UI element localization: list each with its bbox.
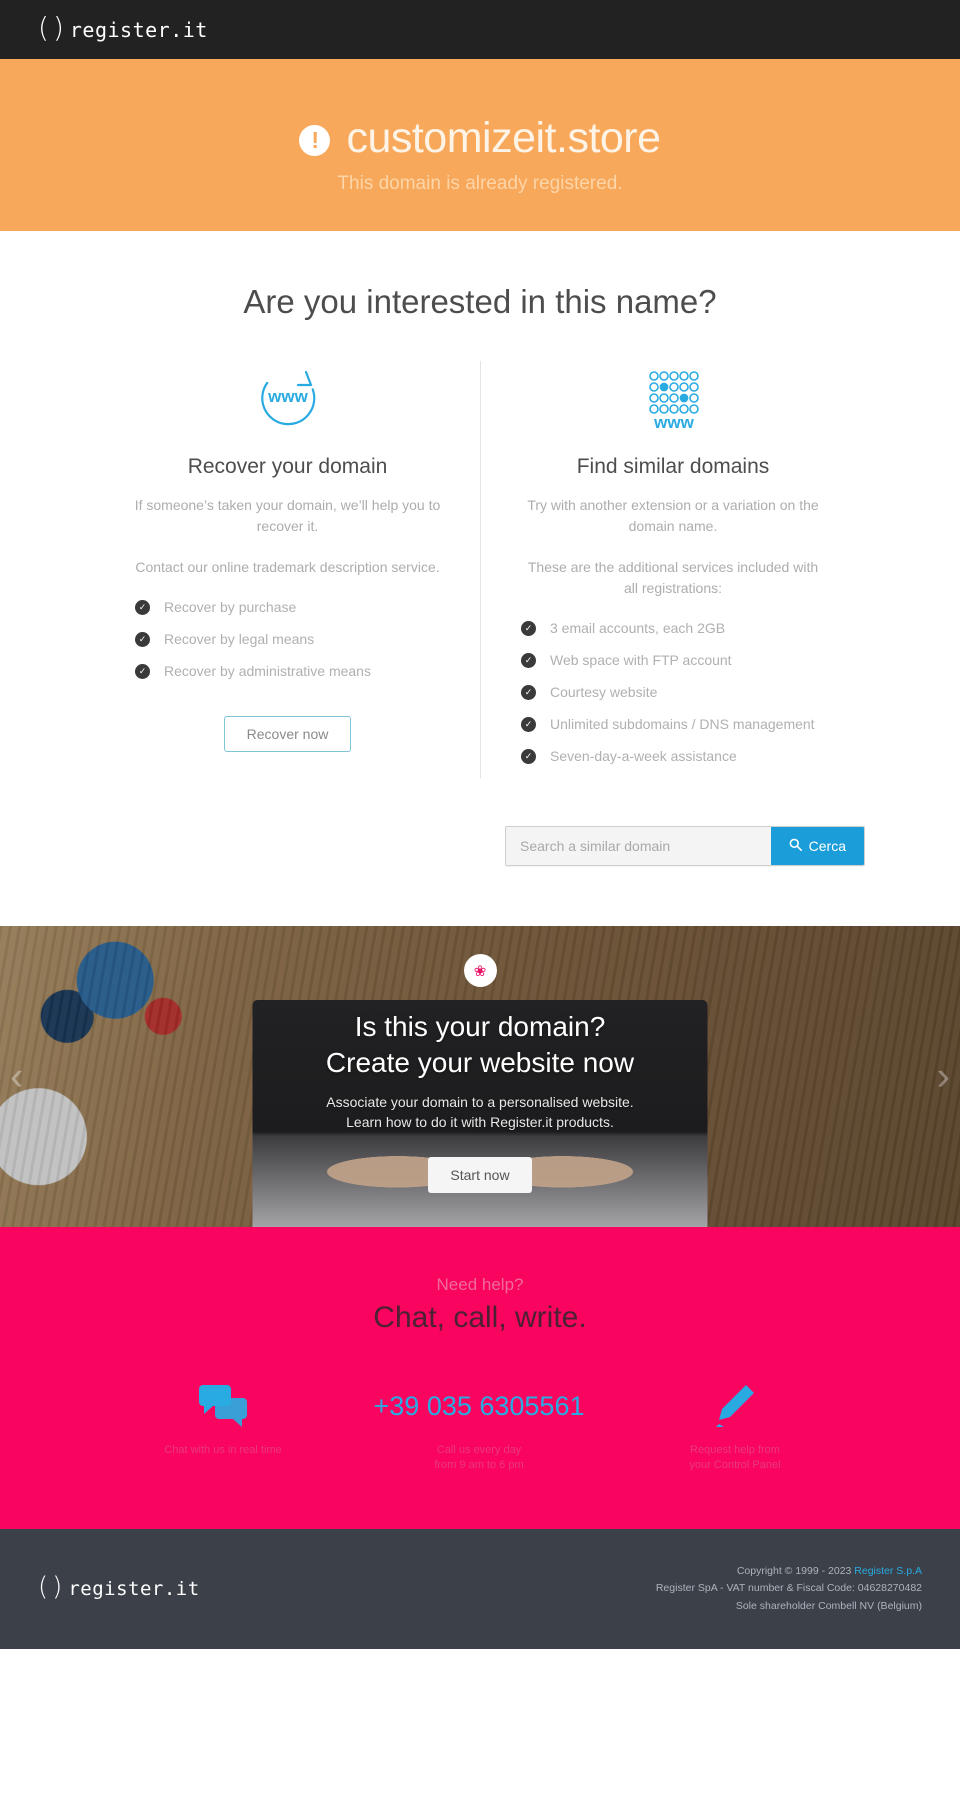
list-item-label: Web space with FTP account (550, 651, 732, 668)
footer-shareholder-line: Sole shareholder Combell NV (Belgium) (735, 1599, 922, 1612)
register-it-logo[interactable]: ( ) register.it (38, 10, 208, 44)
check-circle-icon: ✓ (135, 631, 150, 647)
logo-paren-left: ( (38, 10, 53, 44)
help-option-note-line-2: from 9 am to 6 pm (434, 1459, 524, 1472)
check-circle-icon: ✓ (521, 748, 536, 764)
check-circle-icon: ✓ (521, 684, 536, 700)
chat-bubbles-icon (95, 1379, 351, 1433)
footer-register-it-logo[interactable]: ( ) register.it (38, 1572, 200, 1603)
list-item-label: Recover by purchase (164, 599, 297, 615)
domain-status-subtitle: This domain is already registered. (337, 172, 623, 194)
search-submit-button[interactable]: Cerca (770, 827, 864, 866)
domain-status-hero: ! customizeit.store This domain is alrea… (0, 59, 960, 231)
www-refresh-icon: www (123, 361, 452, 439)
list-item: ✓ Web space with FTP account (521, 651, 837, 670)
similar-domain-search: Cerca (95, 826, 865, 867)
column-title: Recover your domain (187, 455, 388, 478)
banner-paragraph-line-1: Associate your domain to a personalised … (326, 1093, 634, 1110)
check-circle-icon: ✓ (135, 600, 150, 615)
banner-heading-line-1: Is this your domain? (354, 1011, 606, 1043)
www-dots-icon: www (509, 361, 837, 439)
list-item-label: 3 email accounts, each 2GB (550, 620, 726, 636)
recover-now-button[interactable]: Recover now (223, 715, 352, 752)
footer-copyright-prefix: Copyright © 1999 - 2023 (736, 1565, 855, 1578)
help-option-note-line-1: Chat with us in real time (164, 1444, 282, 1457)
top-navigation-bar: ( ) register.it (0, 0, 960, 59)
column-paragraph-2: These are the additional services includ… (527, 559, 819, 596)
list-item-label: Seven-day-a-week assistance (550, 747, 737, 764)
column-paragraph-2: Contact our online trademark description… (135, 559, 440, 575)
list-item-label: Recover by legal means (164, 630, 315, 647)
carousel-prev-button[interactable]: ‹ (10, 1054, 23, 1099)
feature-list: ✓ Recover by purchase ✓ Recover by legal… (123, 598, 452, 681)
list-item: ✓ Recover by legal means (135, 630, 452, 649)
footer-vat-line: Register SpA - VAT number & Fiscal Code:… (655, 1582, 922, 1595)
check-circle-icon: ✓ (521, 716, 536, 732)
hero-title-row: ! customizeit.store (299, 113, 661, 163)
banner-heading-line-2: Create your website now (325, 1046, 635, 1078)
check-circle-icon: ✓ (521, 652, 536, 668)
logo-paren-left: ( (38, 1572, 53, 1603)
list-item-label: Recover by administrative means (164, 662, 371, 679)
list-item-label: Courtesy website (550, 683, 658, 700)
list-item: ✓ Seven-day-a-week assistance (521, 747, 837, 766)
list-item: ✓ Courtesy website (521, 683, 837, 702)
list-item-label: Unlimited subdomains / DNS management (550, 715, 815, 732)
help-kicker: Need help? (436, 1275, 524, 1295)
main-content: Are you interested in this name? www Rec… (0, 231, 960, 927)
promo-banner: ‹ › ❀ Is this your domain? Create your w… (0, 926, 960, 1228)
logo-paren-right: ) (52, 1572, 67, 1603)
help-option-chat[interactable]: Chat with us in real time (95, 1379, 351, 1473)
footer-legal-text: Copyright © 1999 - 2023 Register S.p.A R… (656, 1563, 922, 1615)
search-button-label: Cerca (808, 838, 846, 855)
palette-icon: ❀ (463, 954, 497, 988)
svg-text:www: www (267, 387, 308, 406)
svg-text:www: www (653, 413, 694, 432)
check-circle-icon: ✓ (521, 621, 536, 636)
list-item: ✓ 3 email accounts, each 2GB (521, 619, 837, 638)
column-paragraph-1: If someone’s taken your domain, we’ll he… (134, 497, 441, 534)
search-icon (789, 838, 802, 854)
feature-list: ✓ 3 email accounts, each 2GB ✓ Web space… (509, 619, 837, 765)
check-circle-icon: ✓ (135, 663, 150, 679)
list-item: ✓ Recover by purchase (135, 598, 452, 617)
help-options: Chat with us in real time +39 035 630556… (95, 1379, 865, 1473)
column-recover-your-domain: www Recover your domain If someone’s tak… (95, 361, 480, 778)
help-option-note-line-1: Call us every day (436, 1444, 522, 1457)
start-now-button[interactable]: Start now (428, 1156, 532, 1193)
column-title: Find similar domains (576, 455, 770, 478)
help-heading: Chat, call, write. (373, 1301, 587, 1335)
help-option-phone[interactable]: +39 035 6305561 Call us every day from 9… (351, 1379, 607, 1473)
pencil-icon (607, 1379, 863, 1433)
carousel-next-button[interactable]: › (937, 1054, 950, 1099)
logo-wordmark: register.it (68, 1578, 200, 1601)
page-footer: ( ) register.it Copyright © 1999 - 2023 … (0, 1529, 960, 1650)
list-item: ✓ Recover by administrative means (135, 662, 452, 681)
exclamation-circle-icon: ! (299, 124, 331, 156)
banner-paragraph-line-2: Learn how to do it with Register.it prod… (346, 1114, 614, 1131)
footer-company-link[interactable]: Register S.p.A (854, 1565, 922, 1577)
logo-wordmark: register.it (69, 17, 208, 42)
feature-columns: www Recover your domain If someone’s tak… (95, 361, 865, 779)
banner-content: ❀ Is this your domain? Create your websi… (0, 926, 960, 1227)
footer-copyright-line: Copyright © 1999 - 2023 Register S.p.A (656, 1563, 922, 1580)
column-paragraph-1: Try with another extension or a variatio… (527, 497, 819, 534)
search-box: Cerca (505, 826, 865, 867)
list-item: ✓ Unlimited subdomains / DNS management (521, 715, 837, 734)
help-option-note-line-1: Request help from (690, 1444, 780, 1457)
column-find-similar-domains: www Find similar domains Try with anothe… (480, 361, 865, 779)
search-input[interactable] (506, 827, 771, 866)
help-option-write[interactable]: Request help from your Control Panel (607, 1379, 863, 1473)
help-section: Need help? Chat, call, write. Chat with … (0, 1227, 960, 1530)
page-title: Are you interested in this name? (243, 283, 717, 320)
help-option-note-line-2: your Control Panel (689, 1459, 781, 1472)
domain-name: customizeit.store (346, 113, 661, 162)
help-phone-number[interactable]: +39 035 6305561 (351, 1379, 607, 1433)
logo-paren-right: ) (52, 10, 68, 44)
